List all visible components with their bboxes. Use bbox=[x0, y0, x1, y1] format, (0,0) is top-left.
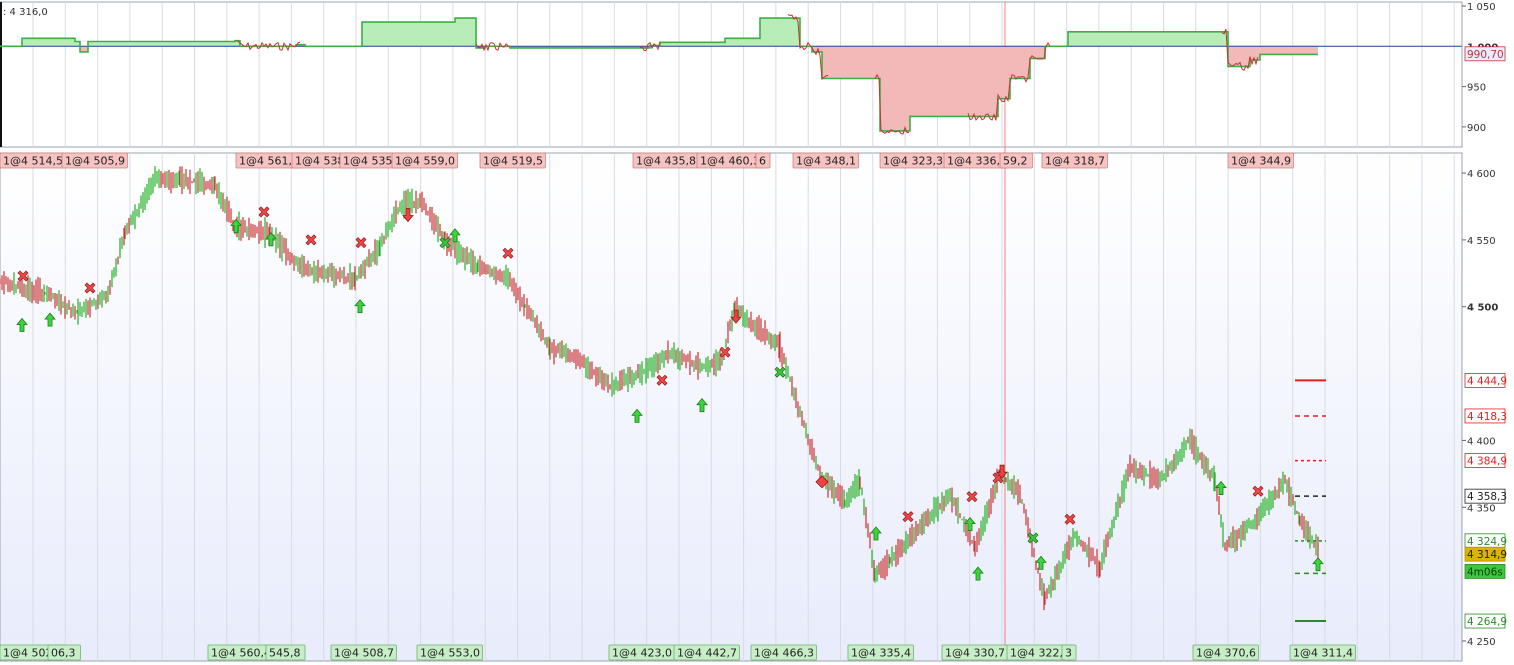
axis-tick-label: 4 250 bbox=[1467, 637, 1496, 648]
trade-tag-label: 1@4 336,2 bbox=[947, 155, 1007, 168]
trade-tag-label: 1@4 318,7 bbox=[1045, 155, 1105, 168]
trade-tag-label: 1@4 335,4 bbox=[851, 647, 911, 660]
trade-tag-label: 1@4 559,0 bbox=[395, 155, 455, 168]
trade-tag-label: 1@4 561,0 bbox=[239, 155, 299, 168]
axis-tick-label: 4 350 bbox=[1467, 503, 1496, 514]
trade-tag-label: 1@4 519,5 bbox=[483, 155, 543, 168]
price-level-label: 4 358,3 bbox=[1467, 491, 1507, 503]
trade-tag-label: 1@4 322,5 bbox=[1010, 647, 1070, 660]
price-level-label: 4 444,9 bbox=[1467, 375, 1507, 387]
axis-tick-label: 4 400 bbox=[1467, 436, 1496, 447]
axis-tick-label: 4 600 bbox=[1467, 169, 1496, 180]
trade-tag-label: 1@4 330,7 bbox=[945, 647, 1005, 660]
trade-tag-label: 1@4 423,0 bbox=[612, 647, 672, 660]
price-level-label: 4 314,9 bbox=[1467, 549, 1507, 561]
axis-tick-label: 900 bbox=[1467, 123, 1486, 134]
trade-tag-label: 1@4 323,3 bbox=[883, 155, 943, 168]
trading-chart[interactable]: 4 444,9 4 418,3 4 384,9 4 358,3 4 324,94 314… bbox=[0, 0, 1514, 665]
trade-tag-label: 1@4 370,6 bbox=[1196, 647, 1256, 660]
price-level-label: 4 418,3 bbox=[1467, 411, 1507, 423]
axis-tick-label: 4 500 bbox=[1467, 303, 1498, 314]
trade-tag-label: 1@4 442,7 bbox=[677, 647, 737, 660]
trade-tag-label: 1@4 311,4 bbox=[1293, 647, 1353, 660]
trading-chart-window: 4 444,9 4 418,3 4 384,9 4 358,3 4 324,9 4 314… bbox=[0, 0, 1514, 665]
trade-tag-label: 1@4 553,0 bbox=[420, 647, 480, 660]
trade-tag-label: 6 bbox=[759, 155, 766, 168]
trade-tag-label: 1@4 560,4 bbox=[211, 647, 271, 660]
trade-tag-label: 545,8 bbox=[269, 647, 301, 660]
trade-tag-label: 3 bbox=[1065, 647, 1072, 660]
price-level-label: 4 264,9 bbox=[1467, 616, 1507, 628]
trade-tag-label: 59,2 bbox=[1003, 155, 1028, 168]
price-level-label: 4m06s bbox=[1467, 566, 1503, 578]
price-level-label: 4 324,9 bbox=[1467, 536, 1507, 548]
equity-panel-frame bbox=[0, 1, 1463, 148]
axis-tick-label: 4 550 bbox=[1467, 236, 1496, 247]
price-level-label: 4 384,9 bbox=[1467, 456, 1507, 468]
axis-tick-label: 950 bbox=[1467, 83, 1486, 94]
trade-tag-label: 1@4 435,8 bbox=[636, 155, 696, 168]
corner-label: : 4 316,0 bbox=[3, 7, 48, 18]
trade-tag-label: 1@4 466,3 bbox=[754, 647, 814, 660]
price-panel-frame bbox=[0, 152, 1463, 662]
trade-tag-label: 1@4 344,9 bbox=[1231, 155, 1291, 168]
trade-tag-label: 1@4 514,5 bbox=[3, 155, 63, 168]
axis-tick-label: 1 050 bbox=[1467, 2, 1496, 13]
trade-tag-label: 1@4 505,9 bbox=[65, 155, 125, 168]
trade-tag-label: 1@4 348,1 bbox=[796, 155, 856, 168]
trade-tag-label: 1@4 460,3 bbox=[700, 155, 760, 168]
equity-current-label: 990,70 bbox=[1467, 49, 1504, 61]
trade-tag-label: 06,3 bbox=[51, 647, 76, 660]
trade-tag-label: 1@4 508,7 bbox=[334, 647, 394, 660]
